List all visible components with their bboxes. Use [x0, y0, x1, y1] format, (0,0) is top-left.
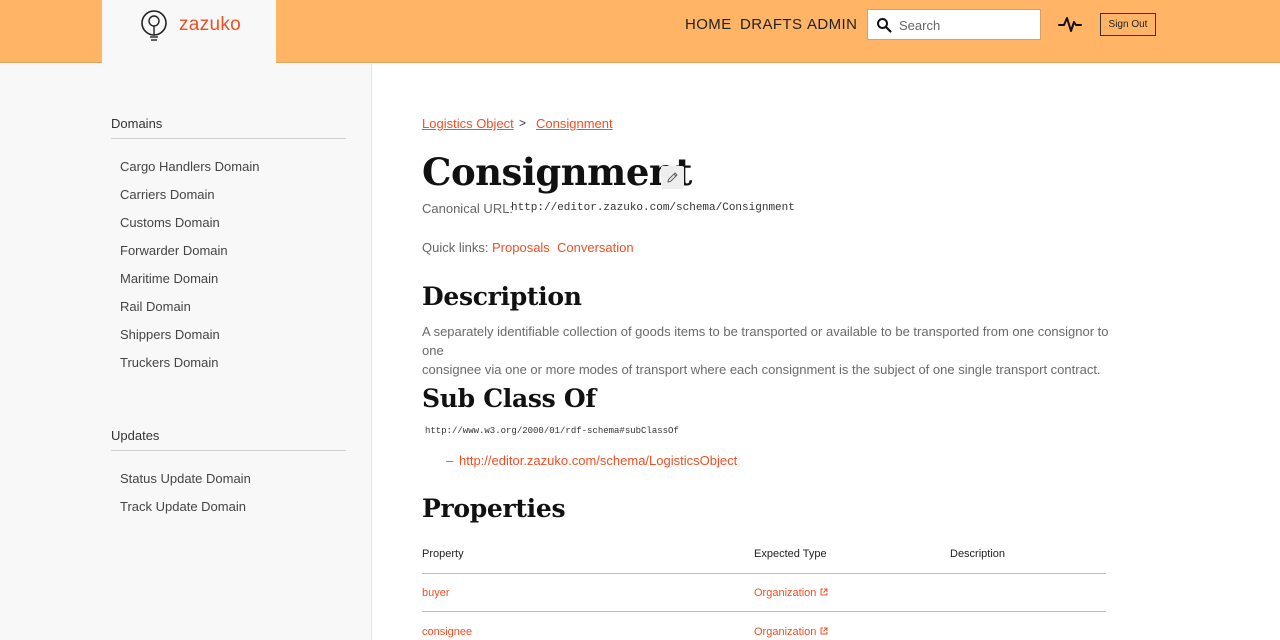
type-link[interactable]: Organization — [754, 587, 828, 599]
sidebar-item-status-update[interactable]: Status Update Domain — [120, 471, 251, 486]
column-header-expected-type: Expected Type — [754, 548, 827, 560]
sign-out-button[interactable]: Sign Out — [1100, 13, 1156, 36]
type-label: Organization — [754, 587, 817, 599]
quick-link-conversation[interactable]: Conversation — [557, 240, 634, 255]
sidebar-item-cargo-handlers[interactable]: Cargo Handlers Domain — [120, 159, 259, 174]
search-input[interactable] — [899, 14, 1034, 36]
top-bar: zazuko HOME DRAFTS ADMIN Sign Out — [0, 0, 1280, 64]
edit-button[interactable] — [661, 166, 684, 189]
subclass-predicate: http://www.w3.org/2000/01/rdf-schema#sub… — [425, 426, 679, 436]
canonical-url: http://editor.zazuko.com/schema/Consignm… — [511, 202, 795, 214]
column-header-description: Description — [950, 548, 1006, 560]
description-text: A separately identifiable collection of … — [422, 322, 1122, 379]
external-link-icon — [820, 588, 828, 596]
description-line: A separately identifiable collection of … — [422, 324, 1109, 358]
pulse-icon[interactable] — [1058, 12, 1082, 36]
nav-admin[interactable]: ADMIN — [807, 16, 857, 33]
canonical-url-label: Canonical URL: — [422, 201, 514, 216]
nav-drafts[interactable]: DRAFTS — [740, 16, 802, 33]
property-link-consignee[interactable]: consignee — [422, 626, 472, 638]
type-label: Organization — [754, 626, 817, 638]
page-title: Consignment — [422, 150, 692, 194]
sidebar-item-customs[interactable]: Customs Domain — [120, 215, 220, 230]
subclass-heading: Sub Class Of — [422, 384, 596, 413]
brand-name: zazuko — [179, 14, 242, 35]
column-header-property: Property — [422, 548, 464, 560]
type-link[interactable]: Organization — [754, 626, 828, 638]
table-divider — [422, 611, 1106, 612]
sidebar: Domains Cargo Handlers Domain Carriers D… — [0, 64, 372, 640]
breadcrumb-logistics-object[interactable]: Logistics Object — [422, 116, 514, 131]
table-divider — [422, 573, 1106, 574]
search-icon — [877, 18, 892, 33]
sidebar-item-truckers[interactable]: Truckers Domain — [120, 355, 218, 370]
description-heading: Description — [422, 282, 582, 311]
properties-heading: Properties — [422, 494, 566, 523]
sidebar-item-rail[interactable]: Rail Domain — [120, 299, 191, 314]
sidebar-item-shippers[interactable]: Shippers Domain — [120, 327, 220, 342]
logo[interactable]: zazuko — [102, 0, 276, 64]
search-box — [867, 9, 1041, 40]
external-link-icon — [820, 627, 828, 635]
lightbulb-logo-icon — [141, 10, 167, 41]
breadcrumb-consignment[interactable]: Consignment — [536, 116, 613, 131]
property-link-buyer[interactable]: buyer — [422, 587, 450, 599]
sidebar-heading-domains: Domains — [111, 116, 346, 139]
quick-links-label: Quick links: — [422, 240, 489, 255]
pencil-icon — [667, 172, 678, 183]
breadcrumb-separator: > — [519, 116, 527, 130]
description-line: consignee via one or more modes of trans… — [422, 362, 1101, 377]
sidebar-item-track-update[interactable]: Track Update Domain — [120, 499, 246, 514]
subclass-link[interactable]: http://editor.zazuko.com/schema/Logistic… — [459, 453, 737, 468]
subclass-bullet: – — [446, 453, 454, 468]
sidebar-item-carriers[interactable]: Carriers Domain — [120, 187, 215, 202]
sidebar-item-maritime[interactable]: Maritime Domain — [120, 271, 218, 286]
sidebar-heading-updates: Updates — [111, 428, 346, 451]
quick-link-proposals[interactable]: Proposals — [492, 240, 550, 255]
sidebar-item-forwarder[interactable]: Forwarder Domain — [120, 243, 228, 258]
nav-home[interactable]: HOME — [685, 16, 732, 33]
